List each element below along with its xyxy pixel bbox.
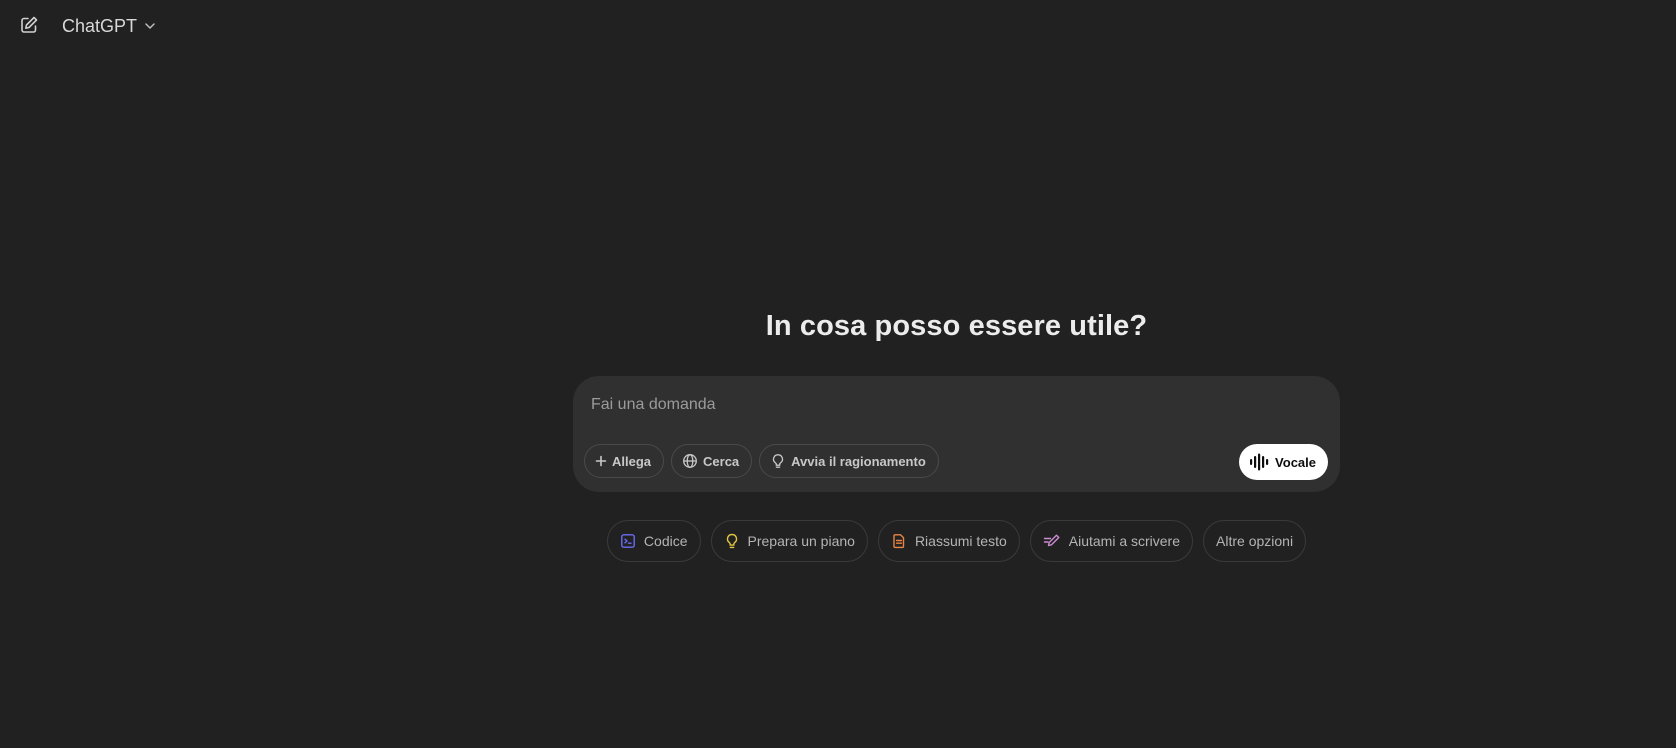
suggestion-chips: Codice Prepara un piano Riassumi testo A… xyxy=(573,520,1340,562)
search-button[interactable]: Cerca xyxy=(671,444,753,478)
suggestion-label: Aiutami a scrivere xyxy=(1068,533,1181,549)
lightbulb-icon xyxy=(724,533,740,549)
voice-button[interactable]: Vocale xyxy=(1239,444,1328,480)
pen-icon xyxy=(1043,533,1061,549)
code-icon xyxy=(620,533,636,549)
page-title: In cosa posso essere utile? xyxy=(765,310,1148,342)
suggestion-label: Codice xyxy=(643,533,688,549)
suggestion-write[interactable]: Aiutami a scrivere xyxy=(1029,520,1194,562)
plus-icon xyxy=(595,455,607,467)
suggestion-code[interactable]: Codice xyxy=(606,520,701,562)
suggestion-label: Riassumi testo xyxy=(914,533,1007,549)
suggestion-plan[interactable]: Prepara un piano xyxy=(710,520,868,562)
reasoning-button[interactable]: Avvia il ragionamento xyxy=(759,444,939,478)
chevron-down-icon xyxy=(143,19,157,33)
new-chat-button[interactable] xyxy=(14,10,44,40)
model-switcher[interactable]: ChatGPT xyxy=(56,12,163,40)
voice-label: Vocale xyxy=(1275,454,1316,470)
suggestion-label: Altre opzioni xyxy=(1216,533,1294,549)
suggestion-more-options[interactable]: Altre opzioni xyxy=(1203,520,1307,562)
prompt-input[interactable] xyxy=(589,390,1293,420)
search-label: Cerca xyxy=(703,453,740,469)
top-bar: ChatGPT xyxy=(0,0,1676,52)
edit-icon xyxy=(19,15,39,35)
lightbulb-icon xyxy=(770,453,786,469)
suggestion-label: Prepara un piano xyxy=(747,533,855,549)
app-title: ChatGPT xyxy=(62,15,138,36)
composer: Allega Cerca Avvia il ragionamento xyxy=(573,376,1340,492)
attach-button[interactable]: Allega xyxy=(584,444,665,478)
composer-tools: Allega Cerca Avvia il ragionamento xyxy=(584,444,939,478)
suggestion-summarize[interactable]: Riassumi testo xyxy=(877,520,1020,562)
document-icon xyxy=(891,533,907,549)
attach-label: Allega xyxy=(612,453,652,469)
globe-icon xyxy=(682,453,698,469)
voice-waveform-icon xyxy=(1249,453,1269,471)
reasoning-label: Avvia il ragionamento xyxy=(791,453,926,469)
